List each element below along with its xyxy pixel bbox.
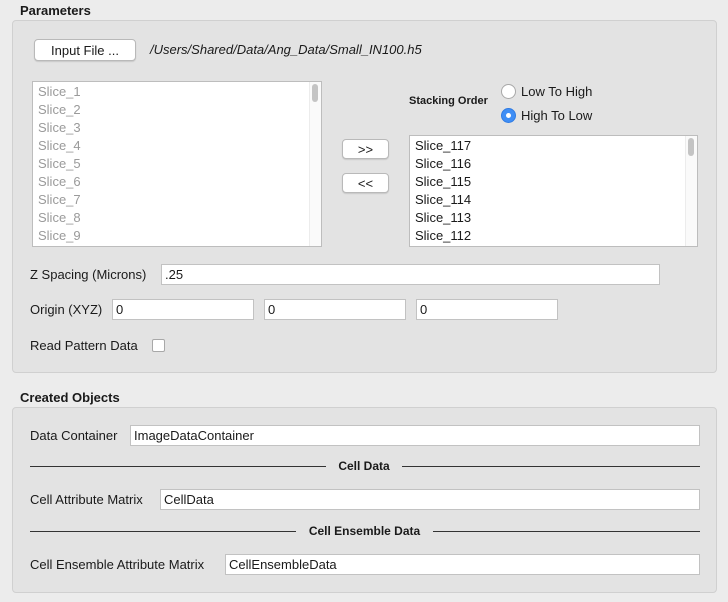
list-item[interactable]: Slice_5 — [33, 155, 321, 173]
origin-label: Origin (XYZ) — [30, 302, 103, 317]
list-item[interactable]: Slice_115 — [410, 173, 697, 191]
z-spacing-label: Z Spacing (Microns) — [30, 267, 147, 282]
add-slices-button[interactable]: >> — [342, 139, 389, 159]
available-slices-scrollbar[interactable] — [309, 82, 321, 246]
cell-ensemble-divider-left — [30, 531, 296, 532]
origin-x-input[interactable]: 0 — [112, 299, 254, 320]
cell-ensemble-matrix-label: Cell Ensemble Attribute Matrix — [30, 557, 205, 572]
input-file-path: /Users/Shared/Data/Ang_Data/Small_IN100.… — [150, 42, 422, 57]
selected-slices-scrollbar[interactable] — [685, 136, 697, 246]
list-item[interactable]: Slice_9 — [33, 227, 321, 245]
list-item[interactable]: Slice_8 — [33, 209, 321, 227]
remove-slices-button[interactable]: << — [342, 173, 389, 193]
cell-data-divider-right — [402, 466, 700, 467]
scroll-thumb[interactable] — [312, 84, 318, 102]
cell-ensemble-matrix-input[interactable]: CellEnsembleData — [225, 554, 700, 575]
created-objects-title: Created Objects — [20, 390, 120, 405]
cell-attribute-matrix-input[interactable]: CellData — [160, 489, 700, 510]
list-item[interactable]: Slice_3 — [33, 119, 321, 137]
data-container-input[interactable]: ImageDataContainer — [130, 425, 700, 446]
read-pattern-checkbox[interactable] — [152, 339, 165, 352]
cell-ensemble-divider-label: Cell Ensemble Data — [296, 524, 433, 538]
list-item[interactable]: Slice_7 — [33, 191, 321, 209]
cell-attribute-matrix-label: Cell Attribute Matrix — [30, 492, 143, 507]
cell-data-divider-label: Cell Data — [326, 459, 402, 473]
stacking-order-label: Stacking Order — [409, 95, 488, 107]
data-container-label: Data Container — [30, 428, 118, 443]
radio-low-to-high-label: Low To High — [521, 84, 593, 99]
list-item[interactable]: Slice_4 — [33, 137, 321, 155]
read-pattern-label: Read Pattern Data — [30, 338, 138, 353]
list-item[interactable]: Slice_1 — [33, 83, 321, 101]
cell-data-divider-left — [30, 466, 326, 467]
list-item[interactable]: Slice_6 — [33, 173, 321, 191]
list-item[interactable]: Slice_117 — [410, 137, 697, 155]
parameters-section-title: Parameters — [20, 3, 91, 18]
selected-slices-list[interactable]: Slice_117 Slice_116 Slice_115 Slice_114 Slic… — [409, 135, 698, 247]
scroll-thumb[interactable] — [688, 138, 694, 156]
available-slices-list[interactable]: Slice_1 Slice_2 Slice_3 Slice_4 Slice_5 Slice… — [32, 81, 322, 247]
list-item[interactable]: Slice_113 — [410, 209, 697, 227]
radio-high-to-low-label: High To Low — [521, 108, 593, 123]
z-spacing-input[interactable]: .25 — [161, 264, 660, 285]
list-item[interactable]: Slice_112 — [410, 227, 697, 245]
radio-low-to-high[interactable] — [501, 84, 516, 99]
origin-z-input[interactable]: 0 — [416, 299, 558, 320]
list-item[interactable]: Slice_114 — [410, 191, 697, 209]
list-item[interactable]: Slice_2 — [33, 101, 321, 119]
list-item[interactable]: Slice_116 — [410, 155, 697, 173]
input-file-button[interactable]: Input File ... — [34, 39, 136, 61]
radio-high-to-low[interactable] — [501, 108, 516, 123]
cell-ensemble-divider-right — [433, 531, 700, 532]
origin-y-input[interactable]: 0 — [264, 299, 406, 320]
